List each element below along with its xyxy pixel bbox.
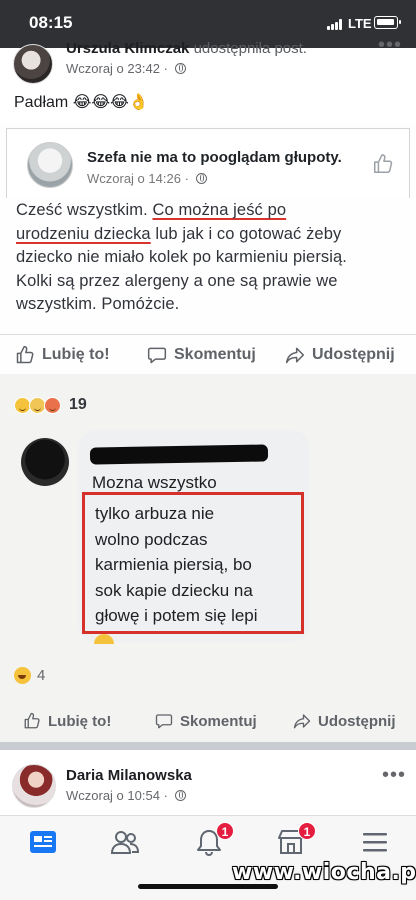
post-author[interactable]: Urszula Klimczak udostępniła post. <box>66 40 307 57</box>
tab-menu[interactable] <box>360 828 390 856</box>
avatar[interactable] <box>13 44 53 84</box>
comment-button[interactable]: Skomentuj <box>154 712 257 730</box>
highlight-box: tylko arbuza nie wolno podczas karmienia… <box>82 492 304 634</box>
like-button[interactable]: Lubię to! <box>22 712 111 730</box>
comment-icon <box>155 714 173 729</box>
like-icon <box>374 154 393 173</box>
post-timestamp[interactable]: Wczoraj o 10:54 · <box>66 788 186 803</box>
commenter-avatar <box>21 438 69 486</box>
post-action: udostępniła post. <box>193 40 307 57</box>
tab-marketplace[interactable]: 1 <box>276 822 316 856</box>
screenshot-reactions: 19 <box>14 396 87 414</box>
globe-icon <box>174 63 186 74</box>
separator: · <box>184 171 189 186</box>
author-name[interactable]: Urszula Klimczak <box>66 40 189 57</box>
comment-line: karmienia piersią, bo <box>95 555 252 574</box>
comment-line: głowę i potem się lepi <box>95 606 258 625</box>
share-button[interactable]: Udostępnij <box>292 712 396 730</box>
screenshot-comment-button: Skomentuj <box>146 345 256 365</box>
screenshot-timestamp: Wczoraj o 14:26 · <box>87 171 207 186</box>
underlined-segment: Co można jeść po <box>152 201 287 219</box>
news-feed-icon <box>30 831 56 853</box>
screenshot-post-header: Szefa nie ma to pooglądam głupoty. Wczor… <box>6 128 410 198</box>
watermark: www.wiocha.pl <box>232 860 416 885</box>
text-line: wszystkim. Pomóżcie. <box>16 295 180 313</box>
underlined-segment: urodzeniu dziecka <box>16 224 151 243</box>
text-segment: Cześć wszystkim. <box>16 201 153 219</box>
timestamp-text: Wczoraj o 10:54 <box>66 788 160 803</box>
text-segment: lub jak i co gotować żeby <box>150 224 342 243</box>
tab-notifications[interactable]: 1 <box>194 822 234 856</box>
text-line: dziecko nie miało kolek po karmieniu pie… <box>16 248 347 266</box>
separator: · <box>163 61 168 76</box>
post-header: Urszula Klimczak udostępniła post. Wczor… <box>0 34 416 84</box>
post-timestamp[interactable]: Wczoraj o 23:42 · <box>66 61 186 76</box>
like-icon <box>16 345 34 364</box>
redacted-name <box>89 444 269 465</box>
notifications-badge: 1 <box>216 822 234 840</box>
like-icon <box>24 712 40 729</box>
screenshot-post-text: Cześć wszystkim. Co można jeść po urodze… <box>16 199 406 317</box>
tab-friends[interactable] <box>110 828 140 856</box>
feed-separator <box>0 742 416 750</box>
timestamp-text: Wczoraj o 14:26 <box>87 171 181 186</box>
share-label: Udostępnij <box>318 712 396 730</box>
next-post-header: Daria Milanowska Wczoraj o 10:54 · ••• <box>0 750 416 815</box>
separator: · <box>163 788 168 803</box>
avatar[interactable] <box>12 764 56 808</box>
share-icon <box>285 347 305 364</box>
screenshot-like-button: Lubię to! <box>14 345 110 365</box>
more-options-icon[interactable]: ••• <box>382 764 406 787</box>
timestamp-text: Wczoraj o 23:42 <box>66 61 160 76</box>
comment-line: wolno podczas <box>95 529 208 549</box>
post-image[interactable]: Szefa nie ma to pooglądam głupoty. Wczor… <box>0 122 416 742</box>
text-line: urodzeniu dziecka lub jak i co gotować ż… <box>16 223 406 247</box>
post-action-bar: Lubię to! Skomentuj Udostępnij <box>0 704 416 742</box>
comment-first-line: Mozna wszystko <box>92 473 217 492</box>
home-indicator[interactable] <box>138 884 278 889</box>
screenshot-comment: Mozna wszystko tylko arbuza nie wolno po… <box>0 430 416 644</box>
comment-label: Skomentuj <box>180 712 257 730</box>
share-label: Udostępnij <box>312 346 395 363</box>
text-line: Kolki są przez alergeny a one są prawie … <box>16 271 338 290</box>
screenshot-post: Szefa nie ma to pooglądam głupoty. Wczor… <box>0 122 416 374</box>
comment-line: sok kapie dziecku na <box>95 580 253 600</box>
screenshot-action-bar: Lubię to! Skomentuj Udostępnij <box>0 334 416 374</box>
battery-icon <box>374 16 401 29</box>
menu-icon <box>363 833 387 852</box>
highlighted-comment-text: tylko arbuza nie wolno podczas karmienia… <box>95 501 258 629</box>
like-label: Lubię to! <box>48 712 112 730</box>
like-label: Lubię to! <box>42 346 110 363</box>
status-time: 08:15 <box>29 13 73 32</box>
tab-news-feed[interactable] <box>28 828 58 856</box>
post-reaction-count: 4 <box>37 667 46 684</box>
marketplace-badge: 1 <box>298 822 316 840</box>
post-caption: Padłam 😂😂😂👌 <box>14 94 149 111</box>
angry-reaction-icon <box>44 396 61 414</box>
post-reactions[interactable]: 4 <box>14 667 45 684</box>
network-type: LTE <box>348 16 372 31</box>
comment-label: Skomentuj <box>174 346 256 363</box>
signal-icon <box>327 19 343 30</box>
screenshot-share-button: Udostępnij <box>284 345 395 365</box>
globe-icon <box>195 173 207 184</box>
haha-reaction-icon <box>14 667 31 684</box>
globe-icon <box>174 790 186 801</box>
status-bar-overlay: 08:15 LTE <box>0 0 416 38</box>
text-line: Cześć wszystkim. Co można jeść po <box>16 199 406 223</box>
page-name: Szefa nie ma to pooglądam głupoty. <box>87 149 342 166</box>
page-avatar <box>27 142 73 188</box>
reaction-count: 19 <box>69 396 87 413</box>
author-name[interactable]: Daria Milanowska <box>66 767 192 784</box>
comment-line: tylko arbuza nie <box>95 504 215 523</box>
share-icon <box>293 714 311 729</box>
comment-icon <box>147 347 167 364</box>
friends-icon <box>110 831 140 854</box>
